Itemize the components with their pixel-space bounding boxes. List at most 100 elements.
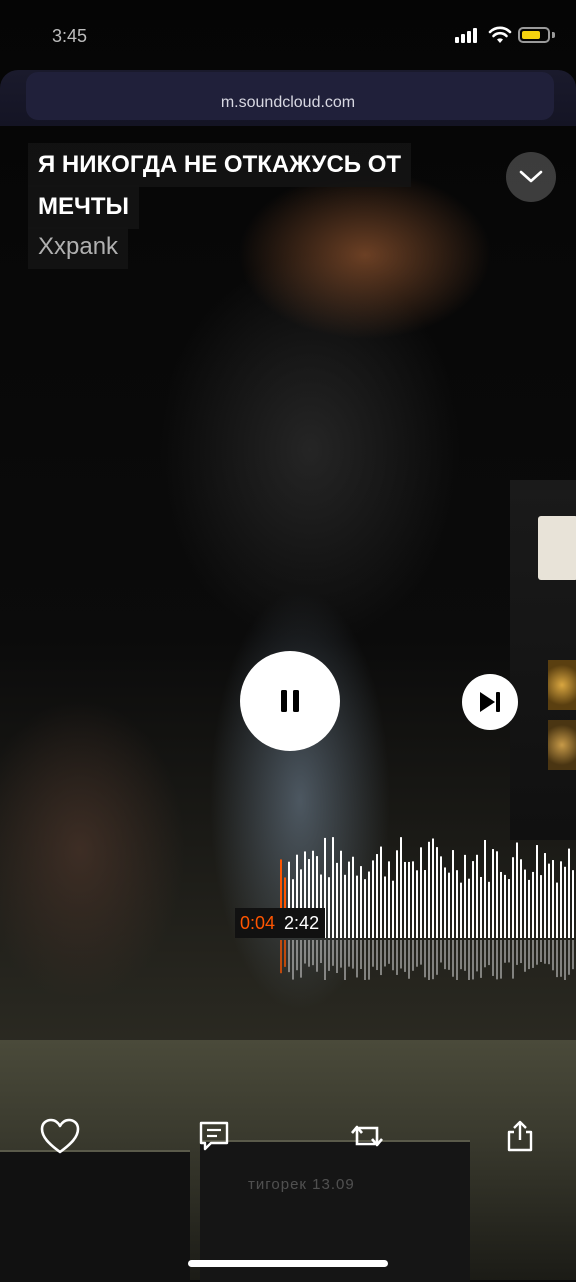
waveform-reflection-bar	[504, 940, 506, 963]
waveform-reflection-bar	[484, 940, 486, 968]
waveform-bar	[560, 861, 562, 938]
waveform-bar	[464, 854, 466, 938]
waveform-bar	[492, 849, 494, 938]
waveform-reflection-bar	[388, 940, 390, 964]
waveform-reflection-bar	[356, 940, 358, 978]
waveform-reflection-bar	[424, 940, 426, 978]
comment-button[interactable]	[190, 1110, 238, 1162]
waveform-bar	[424, 870, 426, 938]
waveform-bar	[384, 876, 386, 938]
waveform-bar	[376, 854, 378, 938]
waveform-reflection-bar	[468, 940, 470, 980]
waveform-bar	[372, 860, 374, 938]
waveform-reflection-bar	[352, 940, 354, 969]
waveform-bar	[500, 871, 502, 938]
home-indicator[interactable]	[188, 1260, 388, 1267]
waveform-bar	[344, 874, 346, 938]
track-actions-bar	[0, 1110, 576, 1162]
waveform-reflection-bar	[284, 940, 286, 967]
waveform-reflection-bar	[440, 940, 442, 963]
artist-name[interactable]: Xxpank	[28, 227, 129, 269]
chevron-down-icon	[519, 170, 543, 183]
waveform-bar	[364, 879, 366, 938]
status-time: 3:45	[52, 26, 88, 46]
cellular-signal-icon	[455, 28, 477, 43]
car-window	[0, 1150, 190, 1282]
waveform-bar	[460, 882, 462, 938]
waveform-bar	[476, 854, 478, 938]
background-sign	[538, 516, 576, 580]
waveform-bar	[532, 871, 534, 938]
waveform-reflection-bar	[500, 940, 502, 979]
share-button[interactable]	[496, 1110, 544, 1162]
waveform-reflection-bar	[572, 940, 574, 970]
pause-icon	[281, 690, 299, 712]
waveform-reflection-bar	[548, 940, 550, 965]
waveform-reflection-bar	[316, 940, 318, 972]
url-text[interactable]: m.soundcloud.com	[0, 94, 576, 112]
waveform-reflection-bar	[364, 940, 366, 980]
waveform-reflection-bar	[564, 940, 566, 980]
waveform-bar	[352, 856, 354, 938]
waveform-reflection-bar	[544, 940, 546, 964]
waveform-reflection-bar	[416, 940, 418, 967]
track-title-continued[interactable]: МЕЧТЫ	[28, 185, 140, 229]
waveform-bar	[444, 867, 446, 938]
waveform-reflection-bar	[360, 940, 362, 970]
waveform-bar	[420, 847, 422, 938]
current-time: 0:04	[235, 908, 281, 938]
waveform-reflection-bar	[412, 940, 414, 971]
waveform-reflection-bar	[460, 940, 462, 970]
waveform-bar	[508, 879, 510, 938]
waveform-reflection-bar	[556, 940, 558, 978]
waveform-reflection-bar	[480, 940, 482, 978]
waveform-bar	[504, 874, 506, 938]
waveform-bar	[552, 860, 554, 938]
waveform-bar	[472, 861, 474, 938]
waveform-reflection-bar	[524, 940, 526, 972]
waveform-bar	[480, 876, 482, 938]
waveform-reflection-bar	[508, 940, 510, 963]
waveform-scrubber[interactable]	[280, 830, 576, 980]
waveform-bar	[432, 838, 434, 938]
status-bar: 3:45	[0, 0, 576, 70]
waveform-reflection-bar	[560, 940, 562, 977]
waveform-bar	[380, 846, 382, 938]
waveform-reflection-bar	[324, 940, 326, 980]
waveform-reflection-bar	[308, 940, 310, 967]
like-button[interactable]	[36, 1110, 84, 1162]
waveform-bar	[568, 848, 570, 938]
total-duration: 2:42	[280, 908, 326, 938]
waveform-reflection-bar	[280, 940, 282, 974]
waveform-reflection-bar	[300, 940, 302, 978]
waveform-reflection-bar	[536, 940, 538, 965]
waveform-bar	[540, 875, 542, 938]
waveform-bar	[396, 850, 398, 938]
next-track-button[interactable]	[462, 674, 518, 730]
waveform-reflection-bar	[456, 940, 458, 980]
waveform-bar	[416, 870, 418, 938]
waveform-reflection-bar	[404, 940, 406, 972]
waveform-reflection-bar	[540, 940, 542, 963]
waveform-reflection-bar	[400, 940, 402, 969]
waveform-bar	[524, 869, 526, 938]
waveform-reflection-bar	[292, 940, 294, 980]
playback-time: 0:04 2:42	[235, 908, 326, 938]
waveform-reflection-bar	[396, 940, 398, 975]
waveform-bar	[544, 853, 546, 938]
waveform-reflection-bar	[464, 940, 466, 971]
waveform-reflection-bar	[420, 940, 422, 965]
waveform-reflection-bar	[380, 940, 382, 976]
waveform-reflection-bar	[452, 940, 454, 977]
waveform-reflection-bar	[304, 940, 306, 964]
plate-text: тигорек 13.09	[248, 1176, 355, 1193]
waveform-bar	[348, 861, 350, 938]
waveform-bar	[528, 879, 530, 938]
waveform-reflection-bar	[520, 940, 522, 964]
collapse-player-button[interactable]	[506, 152, 556, 202]
waveform-reflection-bar	[344, 940, 346, 980]
repost-button[interactable]	[343, 1110, 391, 1162]
track-title[interactable]: Я НИКОГДА НЕ ОТКАЖУСЬ ОТ	[28, 143, 412, 187]
pause-button[interactable]	[240, 651, 340, 751]
waveform-bar	[412, 861, 414, 938]
